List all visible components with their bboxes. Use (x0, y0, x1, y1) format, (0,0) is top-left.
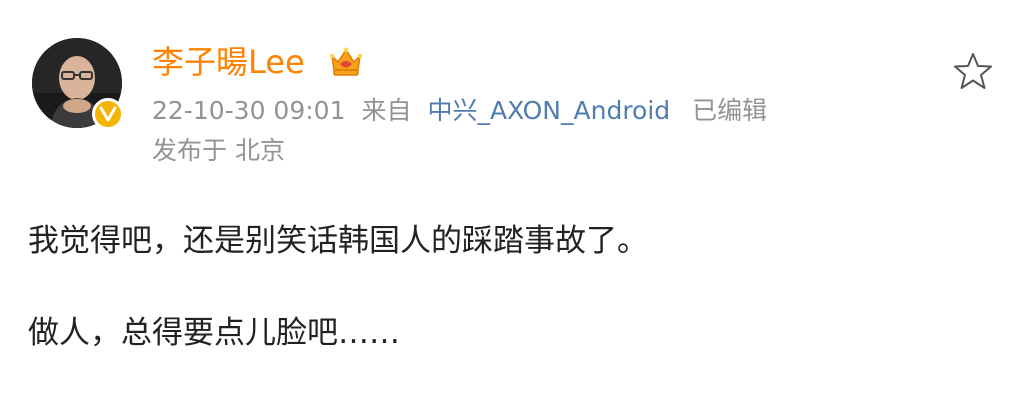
post-text-line-1: 我觉得吧，还是别笑话韩国人的踩踏事故了。 (28, 223, 648, 259)
post-meta: 22-10-30 09:01 来自 中兴_AXON_Android 已编辑 (152, 92, 767, 130)
source-link[interactable]: 中兴_AXON_Android (428, 92, 671, 130)
weibo-post: 李子暘Lee 22-10-30 09:01 来自 中兴_AXON_Android 已编… (0, 0, 1024, 402)
favorite-star-icon[interactable] (952, 50, 994, 92)
post-text-line-2: 做人，总得要点儿脸吧…… (28, 315, 400, 351)
crown-icon[interactable] (328, 44, 364, 78)
source-from-label: 来自 (361, 96, 412, 125)
edited-label[interactable]: 已编辑 (692, 92, 767, 130)
post-timestamp: 22-10-30 09:01 (152, 96, 346, 125)
verified-v-icon (92, 98, 124, 130)
author-name[interactable]: 李子暘Lee (152, 40, 305, 84)
post-location: 发布于 北京 (152, 136, 285, 165)
